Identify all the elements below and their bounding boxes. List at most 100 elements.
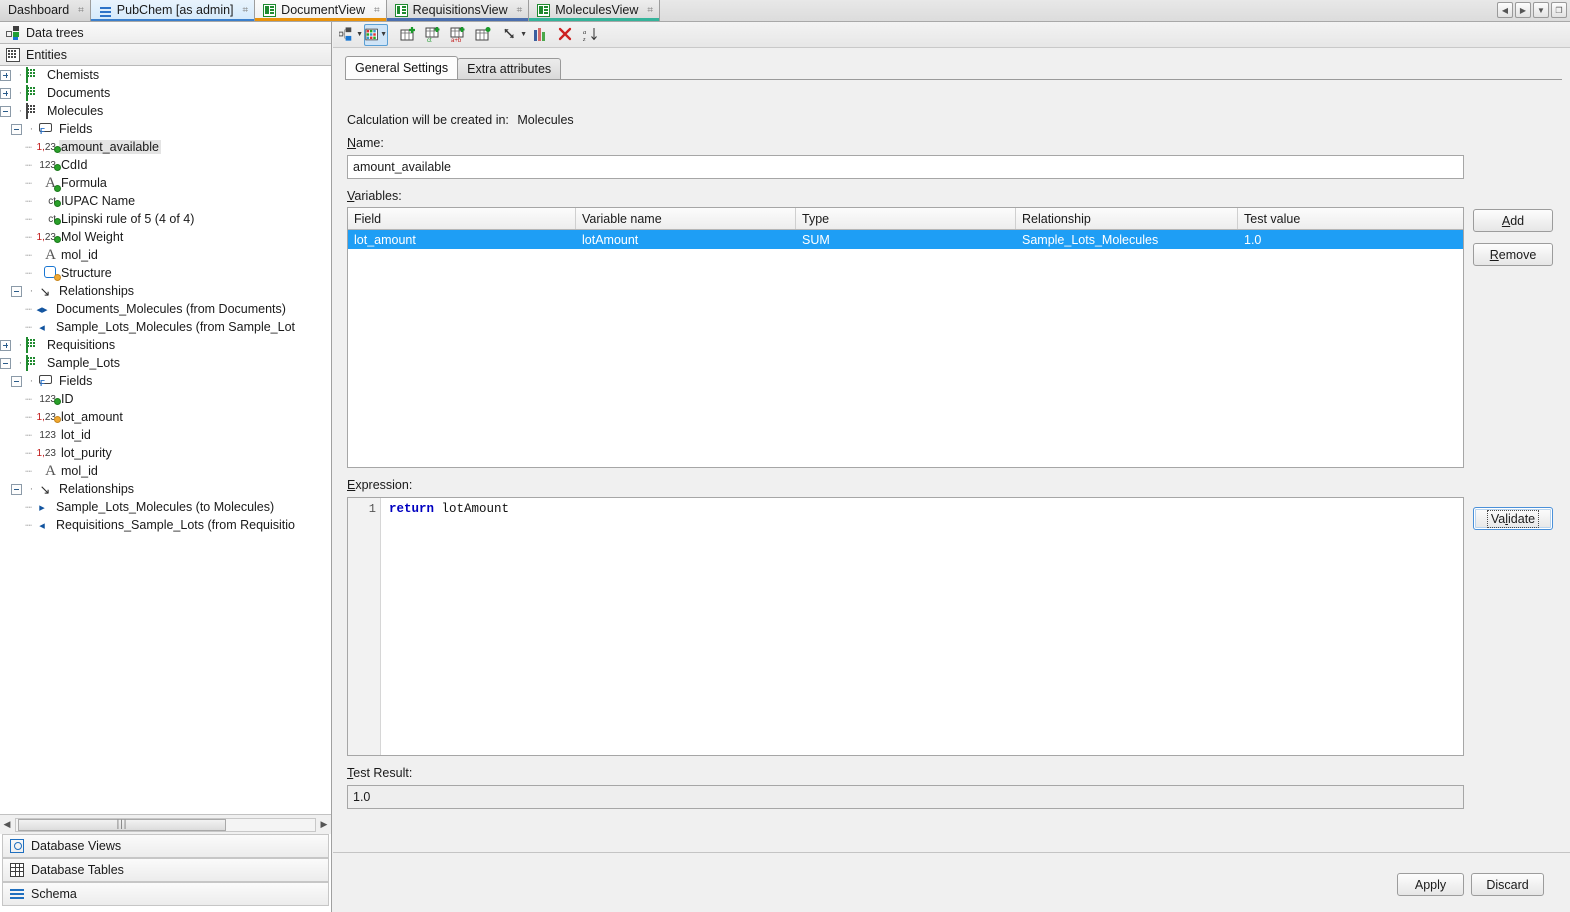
tree-expander-collapsed[interactable] (0, 70, 11, 81)
close-icon[interactable]: ⌗ (243, 5, 248, 16)
close-icon[interactable]: ⌗ (647, 5, 652, 16)
tree-item-requisitions[interactable]: ·Requisitions (0, 336, 331, 354)
sidebar-item-database-tables[interactable]: Database Tables (2, 858, 329, 882)
tree-item-sample-lots-molecules-from-sample-lot[interactable]: ┈◂Sample_Lots_Molecules (from Sample_Lot (0, 318, 331, 336)
tree-item-lot-purity[interactable]: ┈1,23lot_purity (0, 444, 331, 462)
remove-button[interactable]: Remove (1473, 243, 1553, 266)
table-row[interactable]: lot_amount lotAmount SUM Sample_Lots_Mol… (348, 230, 1463, 249)
discard-button[interactable]: Discard (1471, 873, 1544, 896)
cell-variable-name: lotAmount (576, 230, 796, 249)
created-in-line: Calculation will be created in: Molecule… (347, 113, 574, 127)
add-entity-icon[interactable] (471, 24, 495, 46)
tree-item-lot-amount[interactable]: ┈1,23lot_amount (0, 408, 331, 426)
scroll-right-icon[interactable]: ▶ (317, 819, 331, 830)
add-field-icon[interactable] (396, 24, 420, 46)
tree-expander-expanded[interactable] (11, 286, 22, 297)
tree-item-relationships[interactable]: ·↘Relationships (0, 480, 331, 498)
tree-item-documents-molecules-from-documents[interactable]: ┈◂▸Documents_Molecules (from Documents) (0, 300, 331, 318)
tree-item-formula[interactable]: ┈AFormula (0, 174, 331, 192)
tree-item-mol-weight[interactable]: ┈1,23Mol Weight (0, 228, 331, 246)
add-ct-field-icon[interactable]: ct (421, 24, 445, 46)
tree-indent (11, 248, 22, 262)
column-header-field[interactable]: Field (348, 208, 576, 229)
variables-table[interactable]: Field Variable name Type Relationship Te… (347, 207, 1464, 468)
tree-expander-collapsed[interactable] (0, 340, 11, 351)
relationship-icon[interactable]: ▼ (503, 24, 527, 46)
tree-item-requisitions-sample-lots-from-requisitio[interactable]: ┈◂Requisitions_Sample_Lots (from Requisi… (0, 516, 331, 534)
sidebar-item-schema[interactable]: Schema (2, 882, 329, 906)
delete-icon[interactable] (553, 24, 577, 46)
grid-view-icon (537, 4, 550, 17)
tree-item-relationships[interactable]: ·↘Relationships (0, 282, 331, 300)
expression-editor[interactable]: 1 return lotAmount (347, 497, 1464, 756)
add-button[interactable]: Add (1473, 209, 1553, 232)
tab-requisitionsview[interactable]: RequisitionsView ⌗ (387, 0, 530, 21)
entity-tree[interactable]: ·Chemists·Documents·Molecules ·Fields ┈1… (0, 66, 331, 810)
tab-general-settings[interactable]: General Settings (345, 56, 458, 79)
tab-extra-attributes[interactable]: Extra attributes (457, 58, 561, 79)
scroll-left-icon[interactable]: ◀ (0, 819, 14, 830)
chevron-down-icon[interactable]: ▼ (1533, 2, 1549, 18)
entities-header[interactable]: Entities (0, 44, 331, 66)
tree-item-sample-lots-molecules-to-molecules[interactable]: ┈▸Sample_Lots_Molecules (to Molecules) (0, 498, 331, 516)
tree-item-cdid[interactable]: ┈123CdId (0, 156, 331, 174)
tree-indent (0, 140, 11, 154)
column-header-variable-name[interactable]: Variable name (576, 208, 796, 229)
name-input[interactable]: amount_available (347, 155, 1464, 179)
tree-item-mol-id[interactable]: ┈Amol_id (0, 246, 331, 264)
tab-dashboard[interactable]: Dashboard ⌗ (0, 0, 91, 21)
tree-connector: ┈ (22, 501, 34, 514)
tree-item-label: Documents_Molecules (from Documents) (54, 302, 288, 316)
db-views-icon (10, 839, 24, 853)
scrollbar-thumb[interactable] (18, 819, 226, 831)
created-in-label: Calculation will be created in: (347, 113, 509, 127)
close-icon[interactable]: ⌗ (78, 5, 83, 16)
tree-expander-expanded[interactable] (11, 124, 22, 135)
chevron-down-icon[interactable]: ▼ (356, 31, 363, 38)
tree-item-mol-id[interactable]: ┈Amol_id (0, 462, 331, 480)
tree-item-lot-id[interactable]: ┈123lot_id (0, 426, 331, 444)
tree-item-structure[interactable]: ┈Structure (0, 264, 331, 282)
tree-item-iupac-name[interactable]: ┈ctIUPAC Name (0, 192, 331, 210)
tree-expander-expanded[interactable] (11, 484, 22, 495)
tree-item-chemists[interactable]: ·Chemists (0, 66, 331, 84)
tree-item-amount-available[interactable]: ┈1,23amount_available (0, 138, 331, 156)
tab-pubchem[interactable]: PubChem [as admin] ⌗ (91, 0, 255, 21)
tab-moleculesview[interactable]: MoleculesView ⌗ (529, 0, 660, 21)
sort-az-icon[interactable]: a z (578, 24, 602, 46)
statistics-icon[interactable] (528, 24, 552, 46)
tree-expander-collapsed[interactable] (0, 88, 11, 99)
restore-window-icon[interactable]: ❐ (1551, 2, 1567, 18)
tree-horizontal-scrollbar[interactable]: ◀ ▶ (0, 814, 331, 834)
scrollbar-track[interactable] (15, 818, 316, 832)
chevron-down-icon[interactable]: ▼ (380, 31, 387, 38)
tree-item-molecules[interactable]: ·Molecules (0, 102, 331, 120)
tree-item-lipinski-rule-of-5-4-of-4[interactable]: ┈ctLipinski rule of 5 (4 of 4) (0, 210, 331, 228)
tree-indent (0, 122, 11, 136)
tree-expander-expanded[interactable] (0, 106, 11, 117)
sidebar-item-database-views[interactable]: Database Views (2, 834, 329, 858)
apply-button[interactable]: Apply (1397, 873, 1464, 896)
tree-item-fields[interactable]: ·Fields (0, 372, 331, 390)
tree-expander-expanded[interactable] (11, 376, 22, 387)
scroll-tabs-left-icon[interactable]: ◀ (1497, 2, 1513, 18)
scroll-tabs-right-icon[interactable]: ▶ (1515, 2, 1531, 18)
tree-item-id[interactable]: ┈123ID (0, 390, 331, 408)
column-header-test-value[interactable]: Test value (1238, 208, 1463, 229)
add-text-field-icon[interactable]: a+b (446, 24, 470, 46)
tree-item-sample-lots[interactable]: ·Sample_Lots (0, 354, 331, 372)
close-icon[interactable]: ⌗ (517, 5, 522, 16)
tree-item-fields[interactable]: ·Fields (0, 120, 331, 138)
tree-indent (11, 140, 22, 154)
data-tree-icon[interactable]: ▼ (339, 24, 363, 46)
close-icon[interactable]: ⌗ (374, 5, 379, 16)
column-header-type[interactable]: Type (796, 208, 1016, 229)
tree-expander-expanded[interactable] (0, 358, 11, 369)
chevron-down-icon[interactable]: ▼ (520, 31, 527, 38)
variables-label-rest: ariables: (354, 189, 401, 203)
tab-documentview[interactable]: DocumentView ⌗ (255, 0, 386, 21)
tree-item-documents[interactable]: ·Documents (0, 84, 331, 102)
table-view-icon[interactable]: ▼ (364, 24, 388, 46)
column-header-relationship[interactable]: Relationship (1016, 208, 1238, 229)
validate-button[interactable]: Validate (1473, 507, 1553, 530)
